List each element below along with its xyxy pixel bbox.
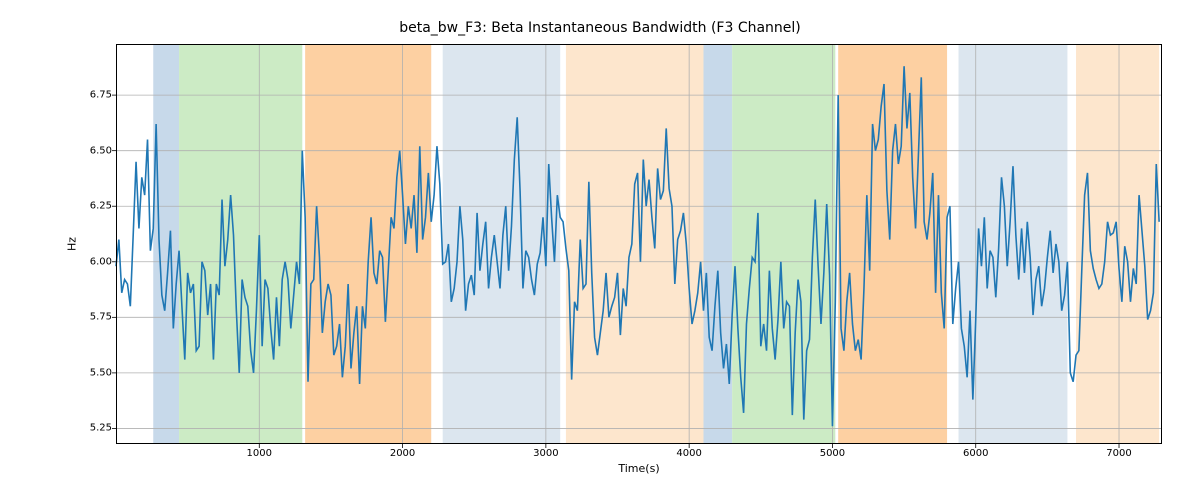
span-B — [732, 44, 835, 444]
span-A — [703, 44, 732, 444]
chart-title: beta_bw_F3: Beta Instantaneous Bandwidth… — [0, 20, 1200, 36]
span-C — [305, 44, 431, 444]
x-tick-label: 7000 — [1106, 448, 1131, 459]
y-tick-label: 5.50 — [72, 367, 112, 378]
y-tick-label: 6.00 — [72, 256, 112, 267]
plot-svg — [116, 44, 1162, 444]
y-tick-label: 6.75 — [72, 90, 112, 101]
span-C — [838, 44, 947, 444]
span-B — [179, 44, 302, 444]
x-tick-label: 4000 — [676, 448, 701, 459]
span-D — [443, 44, 561, 444]
x-axis-label: Time(s) — [116, 462, 1162, 475]
span-A — [153, 44, 179, 444]
y-axis-label: Hz — [66, 237, 79, 251]
plot-area — [116, 44, 1162, 444]
x-tick-label: 1000 — [247, 448, 272, 459]
x-tick-label: 2000 — [390, 448, 415, 459]
y-tick-label: 6.50 — [72, 145, 112, 156]
y-tick-label: 6.25 — [72, 201, 112, 212]
y-tick-label: 5.75 — [72, 312, 112, 323]
x-tick-label: 5000 — [820, 448, 845, 459]
figure: beta_bw_F3: Beta Instantaneous Bandwidth… — [0, 0, 1200, 500]
x-tick-label: 3000 — [533, 448, 558, 459]
y-tick-label: 5.25 — [72, 423, 112, 434]
x-tick-label: 6000 — [963, 448, 988, 459]
y-axis-label-container: Hz — [72, 44, 88, 444]
